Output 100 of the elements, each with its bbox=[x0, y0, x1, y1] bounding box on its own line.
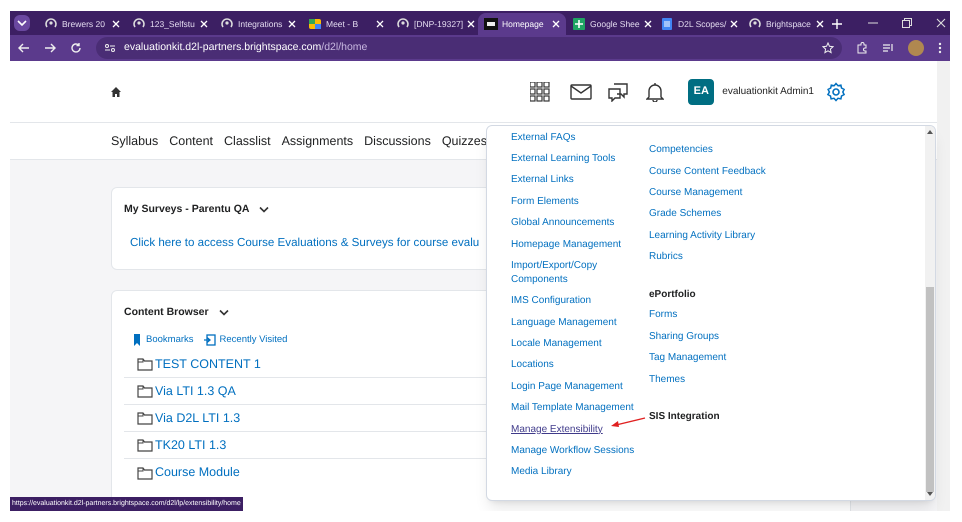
close-icon bbox=[552, 20, 560, 28]
menu-heading: ePortfolio bbox=[649, 288, 697, 302]
nav-link[interactable]: Classlist bbox=[224, 132, 271, 150]
menu-link[interactable]: Global Announcements bbox=[511, 212, 649, 234]
reload-icon[interactable] bbox=[70, 42, 82, 54]
address-bar[interactable]: evaluationkit.d2l-partners.brightspace.com/d2l/home bbox=[96, 37, 842, 59]
tab-title: D2L Scopes/ bbox=[678, 18, 726, 30]
spreadsheet-icon bbox=[572, 17, 586, 31]
menu-link[interactable]: Themes bbox=[649, 368, 766, 390]
media-queue-icon[interactable] bbox=[882, 42, 894, 54]
menu-link[interactable]: Manage Workflow Sessions bbox=[511, 440, 649, 462]
tab-title: Homepage bbox=[502, 18, 545, 30]
more-icon[interactable] bbox=[938, 42, 942, 54]
mail-icon[interactable] bbox=[570, 84, 592, 100]
menu-heading: SIS Integration bbox=[649, 410, 721, 424]
menu-link[interactable]: Mail Template Management bbox=[511, 398, 649, 419]
folder-link[interactable]: TK20 LTI 1.3 bbox=[155, 436, 226, 454]
menu-link[interactable]: Course Management bbox=[649, 182, 766, 204]
menu-link[interactable]: Import/Export/Copy Components bbox=[511, 255, 649, 291]
scroll-up-icon bbox=[927, 130, 933, 134]
tab-title: Brightspace bbox=[766, 18, 812, 30]
annotation-arrow bbox=[611, 417, 646, 427]
close-icon bbox=[112, 20, 120, 28]
grid-icon[interactable] bbox=[530, 82, 550, 102]
tab-title: Integrations bbox=[238, 18, 284, 30]
history-icon bbox=[204, 334, 216, 346]
menu-link[interactable]: Language Management bbox=[511, 312, 649, 334]
menu-link[interactable]: Grade Schemes bbox=[649, 204, 766, 225]
menu-link[interactable]: Sharing Groups bbox=[649, 326, 766, 348]
browser-tab[interactable]: Homepage bbox=[478, 13, 566, 35]
nav-link[interactable]: Content bbox=[169, 132, 214, 150]
home-icon[interactable] bbox=[110, 86, 122, 98]
nav-link[interactable]: Syllabus bbox=[111, 132, 158, 150]
browser-tab[interactable]: [DNP-19327] bbox=[390, 13, 478, 35]
browser-tab[interactable]: 123_Selfstu bbox=[126, 13, 214, 35]
avatar-icon[interactable] bbox=[908, 40, 924, 56]
menu-link[interactable]: Locations bbox=[511, 354, 649, 376]
browser-tab[interactable]: Meet - B bbox=[302, 13, 390, 35]
bookmarks-link[interactable]: Bookmarks bbox=[134, 332, 194, 347]
menu-link[interactable]: Media Library bbox=[511, 462, 649, 483]
menu-link[interactable]: External Links bbox=[511, 170, 649, 192]
menu-link[interactable]: Homepage Management bbox=[511, 234, 649, 256]
document-icon bbox=[660, 17, 674, 31]
close-icon bbox=[376, 20, 384, 28]
back-icon[interactable] bbox=[18, 42, 30, 54]
menu-link[interactable]: Competencies bbox=[649, 140, 766, 161]
menu-scrollbar[interactable] bbox=[925, 126, 935, 500]
forward-icon[interactable] bbox=[44, 42, 56, 54]
star-icon[interactable] bbox=[822, 42, 834, 54]
menu-link[interactable]: Rubrics bbox=[649, 246, 766, 268]
menu-link[interactable]: External Learning Tools bbox=[511, 148, 649, 170]
nav-link[interactable]: Assignments bbox=[282, 132, 354, 150]
chevron-down-icon[interactable] bbox=[218, 308, 229, 317]
menu-link[interactable]: Form Elements bbox=[511, 191, 649, 212]
user-name[interactable]: evaluationkit Admin1 bbox=[722, 84, 814, 99]
menu-link[interactable]: Learning Activity Library bbox=[649, 225, 766, 246]
page-scrollbar[interactable] bbox=[937, 61, 950, 511]
close-icon[interactable] bbox=[936, 18, 946, 28]
close-icon bbox=[467, 20, 476, 28]
avatar[interactable]: EA bbox=[688, 78, 714, 104]
plus-icon[interactable] bbox=[832, 19, 842, 29]
extensions-icon[interactable] bbox=[856, 42, 868, 54]
menu-link[interactable]: Login Page Management bbox=[511, 376, 649, 398]
recently-visited-link[interactable]: Recently Visited bbox=[204, 332, 288, 347]
menu-link[interactable]: Tag Management bbox=[649, 348, 766, 369]
chevron-down-icon[interactable] bbox=[14, 15, 30, 31]
scrollbar-thumb[interactable] bbox=[926, 287, 934, 492]
menu-link[interactable]: External FAQs bbox=[511, 127, 649, 148]
folder-link[interactable]: Course Module bbox=[155, 463, 240, 482]
tab-title: Meet - B bbox=[326, 18, 360, 30]
folder-link[interactable]: Via D2L LTI 1.3 bbox=[155, 408, 240, 428]
nav-link[interactable]: Discussions bbox=[364, 132, 431, 150]
chat-icon[interactable] bbox=[608, 82, 628, 102]
browser-tab[interactable]: Brewers 20 bbox=[38, 13, 126, 35]
menu-link[interactable]: Forms bbox=[649, 304, 766, 326]
site-settings-icon bbox=[104, 42, 116, 54]
close-icon bbox=[288, 20, 296, 28]
chevron-down-icon[interactable] bbox=[259, 206, 270, 214]
close-icon bbox=[200, 20, 208, 28]
card-title: Content Browser bbox=[124, 305, 209, 320]
browser-tab[interactable]: Integrations bbox=[214, 13, 302, 35]
folder-icon bbox=[137, 438, 153, 452]
bookmark-icon bbox=[134, 334, 140, 346]
menu-link[interactable]: IMS Configuration bbox=[511, 290, 649, 312]
card-title: My Surveys - Parentu QA bbox=[124, 202, 250, 217]
restore-icon[interactable] bbox=[902, 18, 912, 28]
folder-link[interactable]: Via LTI 1.3 QA bbox=[155, 382, 236, 400]
nav-link[interactable]: Quizzes bbox=[442, 132, 487, 150]
menu-link[interactable]: Manage Extensibility bbox=[511, 418, 649, 440]
browser-tab[interactable]: Brightspace bbox=[742, 13, 830, 35]
menu-link[interactable]: Course Content Feedback bbox=[649, 160, 766, 182]
tab-title: [DNP-19327] bbox=[414, 18, 464, 30]
browser-tab[interactable]: D2L Scopes/ bbox=[654, 13, 742, 35]
menu-link[interactable]: Locale Management bbox=[511, 333, 649, 355]
bell-icon[interactable] bbox=[646, 82, 664, 102]
settings-icon[interactable] bbox=[826, 82, 846, 102]
close-icon bbox=[644, 20, 652, 28]
browser-tab[interactable]: Google Shee bbox=[566, 13, 654, 35]
tab-title: Google Shee bbox=[590, 18, 640, 30]
folder-link[interactable]: TEST CONTENT 1 bbox=[155, 354, 261, 374]
